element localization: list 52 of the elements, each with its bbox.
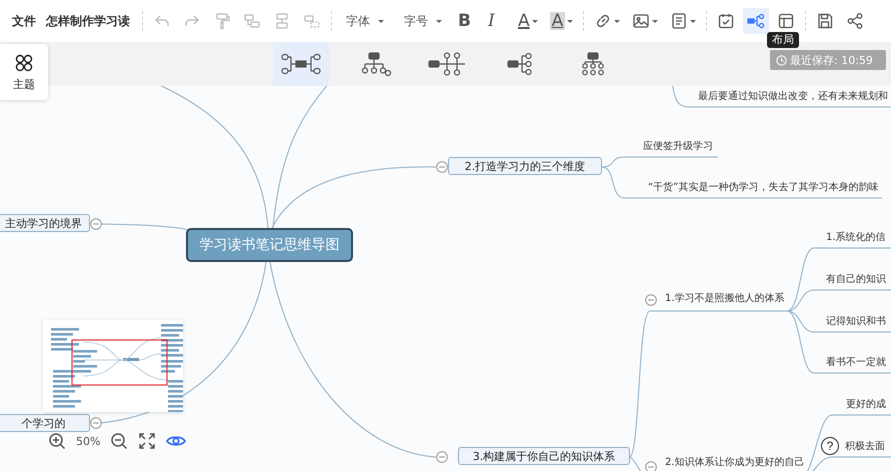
viewport-frame[interactable] (72, 340, 168, 386)
subtopic[interactable]: 2.知识体系让你成为更好的自己 (665, 456, 805, 470)
layout-option[interactable] (273, 42, 329, 86)
layout-structure-icon (427, 52, 467, 76)
collapse-icon[interactable] (90, 218, 102, 230)
collapse-icon[interactable] (436, 161, 448, 173)
subtopic[interactable]: 更好的成 (846, 398, 886, 412)
main-topic[interactable]: 2.打造学习力的三个维度 (448, 157, 602, 175)
layout-button[interactable] (743, 8, 770, 34)
save-time: 最近保存: 10:59 (790, 52, 873, 68)
zoom-level: 50% (76, 434, 100, 448)
save-icon (816, 12, 834, 30)
bold-button[interactable]: B (454, 8, 480, 34)
tooltip: 布局 (767, 32, 799, 48)
main-topic[interactable]: 3.构建属于你自己的知识体系 (458, 447, 630, 465)
share-icon (846, 12, 864, 30)
clock-icon (776, 54, 787, 66)
layout-structure-icon (281, 52, 321, 76)
panel-icon (777, 12, 796, 30)
calendar-check-icon (717, 12, 736, 30)
child-node-icon (243, 12, 261, 30)
main-topic[interactable]: 主动学习的境界 (0, 214, 90, 232)
main-topic[interactable]: 个学习的 (0, 414, 90, 432)
theme-icon (14, 52, 34, 72)
subtopic[interactable]: 积极去面 (845, 440, 885, 454)
image-icon (632, 12, 650, 30)
font-color-button[interactable]: A (514, 8, 542, 34)
zoom-in-icon[interactable] (48, 432, 66, 450)
zoom-out-icon[interactable] (110, 432, 128, 450)
font-dropdown[interactable]: 字号 (396, 8, 450, 34)
italic-button[interactable]: I (484, 8, 510, 34)
subtopic[interactable]: 1.学习不是照搬他人的体系 (665, 292, 785, 306)
font-dropdown[interactable]: 字体 (338, 8, 392, 34)
subtopic[interactable]: 应便签升级学习 (643, 140, 713, 154)
file-menu[interactable]: 文件 (12, 12, 36, 30)
collapse-icon[interactable] (645, 461, 657, 471)
highlight-button[interactable]: A (546, 8, 578, 34)
subtopic[interactable]: 有自己的知识 (826, 273, 886, 287)
subtopic[interactable]: 看书不一定就 (826, 356, 886, 370)
subtopic[interactable]: 最后要通过知识做出改变，还有未来规划和 (698, 90, 888, 104)
subtopic[interactable]: 记得知识和书 (826, 315, 886, 329)
collapse-icon[interactable] (436, 451, 448, 463)
fit-screen-icon[interactable] (138, 432, 156, 450)
collapse-icon[interactable] (90, 417, 102, 429)
collapse-icon[interactable] (645, 294, 657, 306)
note-icon (670, 12, 688, 30)
help-button[interactable]: ? (821, 437, 839, 455)
branch-layout-icon (747, 12, 766, 30)
subtopic[interactable]: 1.系统化的信 (826, 231, 886, 245)
theme-button[interactable]: 主题 (0, 44, 48, 100)
document-title[interactable]: 怎样制作学习读 (46, 12, 130, 30)
subtopic[interactable]: “干货”其实是一种伪学习，失去了其学习本身的韵味 (648, 181, 878, 195)
